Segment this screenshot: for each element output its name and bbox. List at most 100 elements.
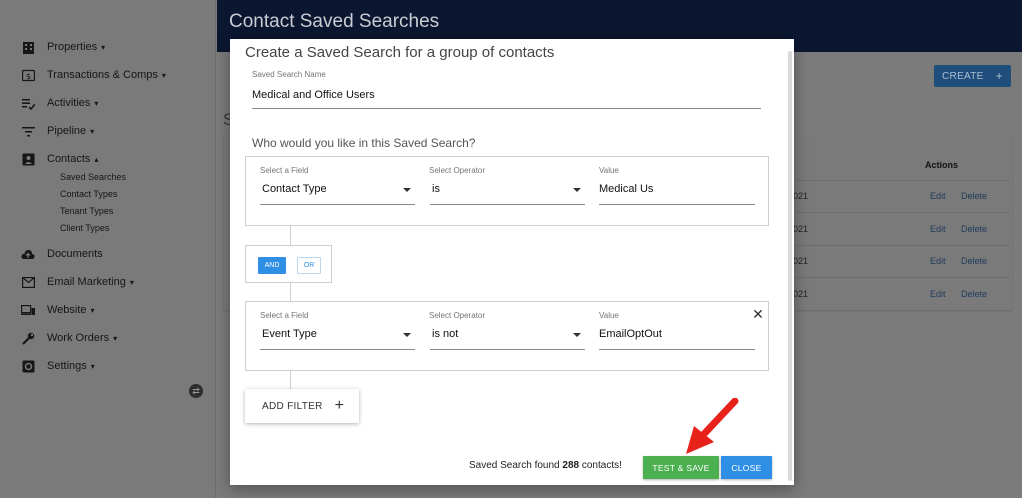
field-select-label: Select a Field [260, 166, 309, 175]
value-underline [599, 349, 755, 350]
select-underline [430, 204, 585, 205]
sidebar-item-label: Website [47, 304, 87, 316]
sidebar-item-label: Settings [47, 360, 87, 372]
sidebar-item-work-orders[interactable]: Work Orders ▾ [20, 328, 117, 348]
sidebar-item-label: Transactions & Comps [47, 69, 158, 81]
devices-icon [20, 302, 36, 318]
sidebar-item-email-marketing[interactable]: Email Marketing ▾ [20, 272, 134, 292]
dropdown-arrow-icon [403, 333, 411, 337]
add-filter-button[interactable]: ADD FILTER + [245, 389, 359, 423]
sidebar-item-label: Contacts [47, 153, 91, 165]
value-label: Value [599, 311, 619, 320]
sidebar-subitem-saved-searches[interactable]: Saved Searches [60, 172, 126, 182]
value-underline [599, 204, 755, 205]
sidebar: Properties ▾ $ Transactions & Comps ▾ Ac… [0, 0, 216, 498]
sidebar-item-transactions[interactable]: $ Transactions & Comps ▾ [20, 65, 166, 85]
wrench-icon [20, 330, 36, 346]
contact-card-icon [20, 151, 36, 167]
name-underline [252, 108, 761, 109]
create-button-label: CREATE [942, 70, 984, 82]
add-filter-label: ADD FILTER [262, 400, 323, 412]
sidebar-item-label: Pipeline [47, 125, 87, 137]
cloud-upload-icon [20, 246, 36, 262]
collapse-sidebar-icon[interactable]: ⇄ [189, 384, 203, 398]
sidebar-item-documents[interactable]: Documents [20, 244, 103, 264]
sidebar-subitem-contact-types[interactable]: Contact Types [60, 189, 117, 199]
dropdown-arrow-icon [403, 188, 411, 192]
table-cell-date: 021 [793, 289, 809, 299]
remove-filter-icon[interactable]: ✕ [751, 307, 765, 321]
sidebar-item-settings[interactable]: Settings ▾ [20, 356, 95, 376]
delete-link[interactable]: Delete [961, 191, 987, 201]
edit-link[interactable]: Edit [930, 256, 946, 266]
sidebar-item-website[interactable]: Website ▾ [20, 300, 95, 320]
saved-search-name-label: Saved Search Name [252, 70, 326, 79]
field-select[interactable]: Event Type [262, 328, 317, 340]
value-input[interactable]: EmailOptOut [599, 328, 662, 340]
chevron-down-icon: ▾ [113, 333, 118, 343]
chevron-down-icon: ▾ [90, 126, 95, 136]
table-cell-date: 021 [793, 191, 809, 201]
edit-link[interactable]: Edit [930, 289, 946, 299]
filter-row: Select a Field Contact Type Select Opera… [245, 156, 769, 226]
building-icon [20, 39, 36, 55]
sidebar-item-label: Activities [47, 97, 91, 109]
sidebar-subitem-tenant-types[interactable]: Tenant Types [60, 206, 113, 216]
logic-toggle: AND OR [245, 245, 332, 283]
sidebar-item-label: Email Marketing [47, 276, 126, 288]
delete-link[interactable]: Delete [961, 224, 987, 234]
chevron-down-icon: ▾ [94, 98, 99, 108]
row-divider [795, 180, 1010, 181]
row-divider [795, 277, 1010, 278]
select-underline [260, 349, 415, 350]
select-underline [260, 204, 415, 205]
or-button[interactable]: OR [297, 257, 321, 274]
sidebar-item-pipeline[interactable]: Pipeline ▾ [20, 121, 94, 141]
filter-row: Select a Field Event Type Select Operato… [245, 301, 769, 371]
row-divider [795, 212, 1010, 213]
edit-link[interactable]: Edit [930, 191, 946, 201]
sidebar-item-label: Work Orders [47, 332, 110, 344]
sidebar-subitem-client-types[interactable]: Client Types [60, 223, 109, 233]
operator-select[interactable]: is not [432, 328, 458, 340]
plus-icon: + [995, 69, 1003, 83]
field-select-label: Select a Field [260, 311, 309, 320]
delete-link[interactable]: Delete [961, 256, 987, 266]
field-select[interactable]: Contact Type [262, 183, 327, 195]
connector-line [290, 226, 291, 245]
annotation-arrow-icon [686, 398, 739, 454]
checklist-icon [20, 95, 36, 111]
operator-select-label: Select Operator [429, 166, 486, 175]
operator-select[interactable]: is [432, 183, 440, 195]
chevron-down-icon: ▾ [90, 361, 95, 371]
dollar-icon: $ [20, 67, 36, 83]
chevron-down-icon: ▾ [101, 42, 106, 52]
modal-scrollbar[interactable] [788, 51, 792, 481]
sidebar-item-activities[interactable]: Activities ▾ [20, 93, 98, 113]
create-button[interactable]: CREATE + [934, 65, 1011, 87]
chevron-down-icon: ▾ [161, 70, 166, 80]
sidebar-item-contacts[interactable]: Contacts ▴ [20, 149, 98, 169]
sidebar-item-label: Properties [47, 41, 98, 53]
edit-link[interactable]: Edit [930, 224, 946, 234]
select-underline [430, 349, 585, 350]
dropdown-arrow-icon [573, 188, 581, 192]
settings-icon [20, 358, 36, 374]
value-input[interactable]: Medical Us [599, 183, 653, 195]
chevron-down-icon: ▾ [129, 277, 134, 287]
chevron-down-icon: ▾ [90, 305, 95, 315]
search-result-count: Saved Search found 288 contacts! [469, 460, 622, 471]
and-button[interactable]: AND [258, 257, 286, 274]
filter-lines-icon [20, 123, 36, 139]
table-header-actions: Actions [925, 160, 959, 170]
saved-search-name-input[interactable]: Medical and Office Users [252, 89, 375, 101]
value-label: Value [599, 166, 619, 175]
chevron-up-icon: ▴ [94, 154, 99, 164]
plus-icon: + [334, 397, 345, 414]
dropdown-arrow-icon [573, 333, 581, 337]
filters-question: Who would you like in this Saved Search? [252, 136, 476, 150]
modal-title: Create a Saved Search for a group of con… [245, 44, 555, 61]
table-cell-date: 021 [793, 224, 809, 234]
delete-link[interactable]: Delete [961, 289, 987, 299]
sidebar-item-properties[interactable]: Properties ▾ [20, 37, 105, 57]
